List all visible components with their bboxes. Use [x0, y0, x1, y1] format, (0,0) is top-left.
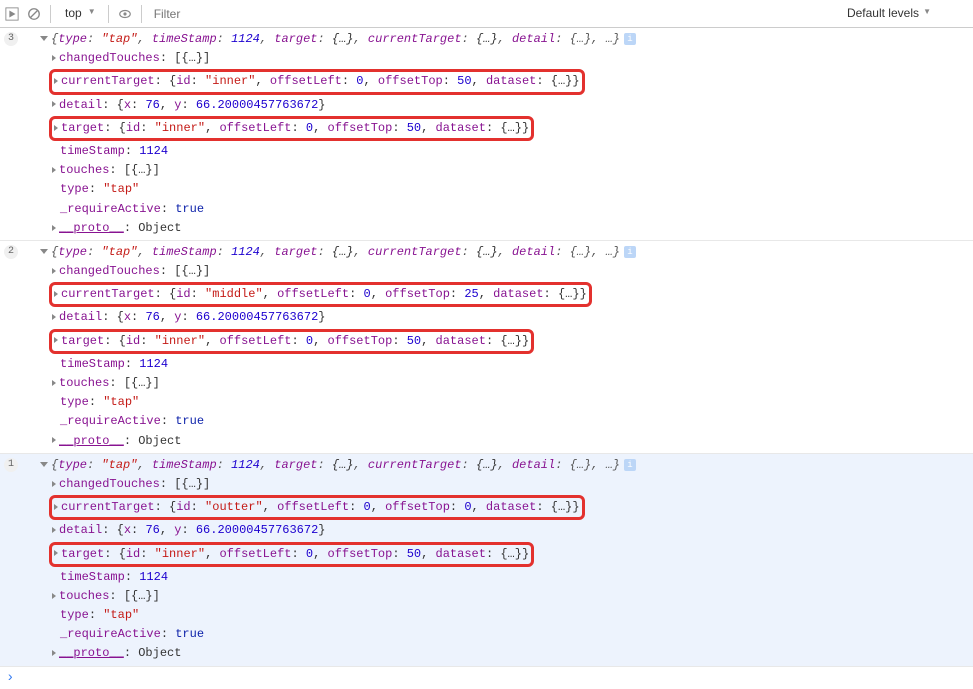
filter-input[interactable]	[150, 5, 410, 23]
object-property-line[interactable]: touches: [{…}]	[40, 161, 973, 180]
object-property-line[interactable]: timeStamp: 1124	[40, 142, 973, 161]
object-property-line[interactable]: detail: {x: 76, y: 66.20000457763672}	[40, 96, 973, 115]
console-entry: 3{type: "tap", timeStamp: 1124, target: …	[0, 28, 973, 241]
log-levels-selector[interactable]: Default levels	[841, 2, 929, 25]
object-property-line[interactable]: target: {id: "inner", offsetLeft: 0, off…	[40, 115, 973, 142]
expand-arrow-down-icon[interactable]	[40, 36, 48, 41]
toolbar-divider	[108, 5, 109, 23]
expand-arrow-right-icon[interactable]	[54, 291, 58, 297]
expand-arrow-right-icon[interactable]	[54, 337, 58, 343]
entry-content: {type: "tap", timeStamp: 1124, target: {…	[24, 456, 973, 664]
object-property-line[interactable]: __proto__: Object	[40, 219, 973, 238]
object-property-line[interactable]: __proto__: Object	[40, 644, 973, 663]
toolbar-divider	[50, 5, 51, 23]
highlighted-property: target: {id: "inner", offsetLeft: 0, off…	[49, 542, 534, 567]
object-property-line[interactable]: _requireActive: true	[40, 200, 973, 219]
console-toolbar: top Default levels	[0, 0, 973, 28]
expand-arrow-right-icon[interactable]	[52, 55, 56, 61]
object-property-line[interactable]: type: "tap"	[40, 393, 973, 412]
highlighted-property: currentTarget: {id: "middle", offsetLeft…	[49, 282, 592, 307]
expand-arrow-down-icon[interactable]	[40, 462, 48, 467]
expand-arrow-right-icon[interactable]	[52, 593, 56, 599]
object-property-line[interactable]: timeStamp: 1124	[40, 568, 973, 587]
object-property-line[interactable]: __proto__: Object	[40, 432, 973, 451]
console-entry: 1{type: "tap", timeStamp: 1124, target: …	[0, 454, 973, 667]
message-count-badge: 3	[0, 30, 24, 238]
object-property-line[interactable]: type: "tap"	[40, 180, 973, 199]
info-icon[interactable]: i	[624, 246, 636, 258]
object-property-line[interactable]: _requireActive: true	[40, 625, 973, 644]
eye-icon[interactable]	[117, 6, 133, 22]
object-property-line[interactable]: type: "tap"	[40, 606, 973, 625]
object-property-line[interactable]: changedTouches: [{…}]	[40, 49, 973, 68]
object-summary-line[interactable]: {type: "tap", timeStamp: 1124, target: {…	[28, 243, 973, 262]
highlighted-property: currentTarget: {id: "outter", offsetLeft…	[49, 495, 585, 520]
toolbar-divider	[141, 5, 142, 23]
highlighted-property: target: {id: "inner", offsetLeft: 0, off…	[49, 329, 534, 354]
object-property-line[interactable]: detail: {x: 76, y: 66.20000457763672}	[40, 521, 973, 540]
object-property-line[interactable]: timeStamp: 1124	[40, 355, 973, 374]
highlighted-property: currentTarget: {id: "inner", offsetLeft:…	[49, 69, 585, 94]
info-icon[interactable]: i	[624, 459, 636, 471]
expand-arrow-right-icon[interactable]	[52, 527, 56, 533]
object-property-line[interactable]: detail: {x: 76, y: 66.20000457763672}	[40, 308, 973, 327]
object-property-line[interactable]: changedTouches: [{…}]	[40, 475, 973, 494]
expand-arrow-down-icon[interactable]	[40, 249, 48, 254]
object-property-line[interactable]: touches: [{…}]	[40, 587, 973, 606]
object-summary-line[interactable]: {type: "tap", timeStamp: 1124, target: {…	[28, 30, 973, 49]
expand-arrow-right-icon[interactable]	[52, 380, 56, 386]
entry-content: {type: "tap", timeStamp: 1124, target: {…	[24, 243, 973, 451]
expand-arrow-right-icon[interactable]	[54, 550, 58, 556]
object-property-line[interactable]: currentTarget: {id: "inner", offsetLeft:…	[40, 68, 973, 95]
expand-arrow-right-icon[interactable]	[52, 101, 56, 107]
expand-arrow-right-icon[interactable]	[52, 481, 56, 487]
expand-arrow-right-icon[interactable]	[52, 437, 56, 443]
expand-arrow-right-icon[interactable]	[52, 650, 56, 656]
message-count-badge: 1	[0, 456, 24, 664]
expand-arrow-right-icon[interactable]	[52, 268, 56, 274]
expand-arrow-right-icon[interactable]	[52, 314, 56, 320]
expand-arrow-right-icon[interactable]	[52, 225, 56, 231]
object-property-line[interactable]: target: {id: "inner", offsetLeft: 0, off…	[40, 541, 973, 568]
object-property-line[interactable]: currentTarget: {id: "middle", offsetLeft…	[40, 281, 973, 308]
console-prompt[interactable]: ›	[0, 667, 973, 687]
message-count-badge: 2	[0, 243, 24, 451]
highlighted-property: target: {id: "inner", offsetLeft: 0, off…	[49, 116, 534, 141]
object-property-line[interactable]: touches: [{…}]	[40, 374, 973, 393]
object-property-line[interactable]: currentTarget: {id: "outter", offsetLeft…	[40, 494, 973, 521]
object-property-line[interactable]: changedTouches: [{…}]	[40, 262, 973, 281]
expand-arrow-right-icon[interactable]	[54, 504, 58, 510]
context-selector[interactable]: top	[59, 2, 100, 25]
console-entry: 2{type: "tap", timeStamp: 1124, target: …	[0, 241, 973, 454]
clear-console-icon[interactable]	[26, 6, 42, 22]
entry-content: {type: "tap", timeStamp: 1124, target: {…	[24, 30, 973, 238]
info-icon[interactable]: i	[624, 33, 636, 45]
expand-arrow-right-icon[interactable]	[54, 125, 58, 131]
object-property-line[interactable]: target: {id: "inner", offsetLeft: 0, off…	[40, 328, 973, 355]
play-icon[interactable]	[4, 6, 20, 22]
expand-arrow-right-icon[interactable]	[52, 167, 56, 173]
object-summary-line[interactable]: {type: "tap", timeStamp: 1124, target: {…	[28, 456, 973, 475]
expand-arrow-right-icon[interactable]	[54, 78, 58, 84]
object-property-line[interactable]: _requireActive: true	[40, 412, 973, 431]
